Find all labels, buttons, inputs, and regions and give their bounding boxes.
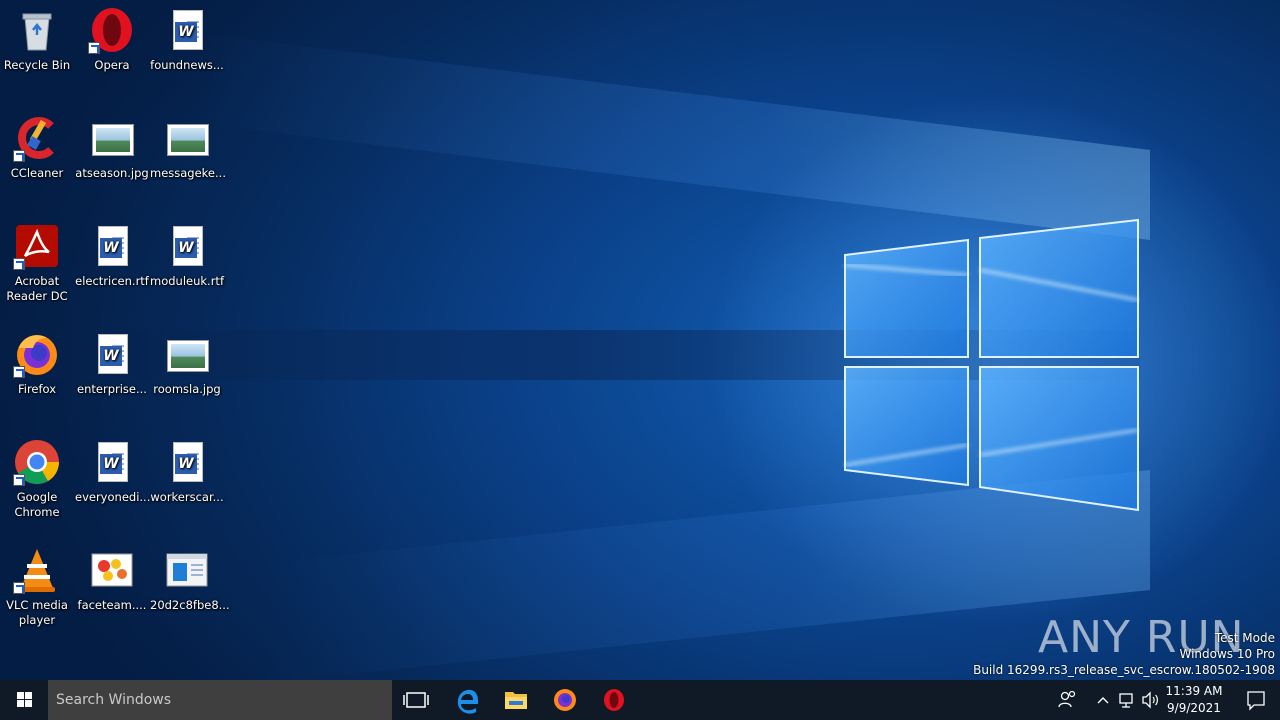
- shortcut-arrow-icon: [13, 474, 25, 486]
- test-mode-watermark: Test Mode Windows 10 Pro Build 16299.rs3…: [973, 630, 1275, 678]
- edge-taskbar-button[interactable]: [443, 680, 491, 720]
- opera-icon: [604, 689, 624, 711]
- speaker-icon: [1142, 691, 1158, 709]
- shortcut-arrow-icon: [13, 150, 25, 162]
- icon-label: everyonedi...: [75, 490, 151, 504]
- notification-icon: [1247, 691, 1265, 711]
- file-explorer-icon: [505, 692, 527, 709]
- word-document-icon: W: [163, 222, 211, 270]
- word-document-icon: W: [88, 222, 136, 270]
- desktop-icon-chrome[interactable]: Google Chrome: [0, 438, 74, 520]
- desktop-icon-workerscar[interactable]: W workerscar...: [150, 438, 224, 505]
- task-view-icon: [403, 692, 429, 708]
- desktop-icon-vlc[interactable]: VLC media player: [0, 546, 74, 628]
- desktop-icon-moduleuk[interactable]: W moduleuk.rtf: [150, 222, 224, 289]
- people-button[interactable]: [1052, 680, 1082, 720]
- icon-label: CCleaner: [10, 166, 64, 180]
- word-document-icon: W: [88, 330, 136, 378]
- desktop-icon-acrobat[interactable]: Acrobat Reader DC: [0, 222, 74, 304]
- chrome-icon: [13, 438, 61, 486]
- icon-label: Recycle Bin: [3, 58, 71, 72]
- icon-label: atseason.jpg: [75, 166, 149, 180]
- desktop-icon-faceteam[interactable]: faceteam....: [75, 546, 149, 613]
- volume-button[interactable]: [1138, 680, 1162, 720]
- icon-label: 20d2c8fbe8...: [150, 598, 230, 612]
- desktop-icon-everyonedi[interactable]: W everyonedi...: [75, 438, 151, 505]
- clock-date: 9/9/2021: [1167, 701, 1221, 715]
- desktop-icon-20d2c8fbe8[interactable]: 20d2c8fbe8...: [150, 546, 230, 613]
- image-file-icon: [163, 114, 211, 162]
- icon-label: messageke...: [150, 166, 226, 180]
- shortcut-arrow-icon: [88, 42, 100, 54]
- taskbar: Search Windows 11:39 AM 9/9/2021: [0, 680, 1280, 720]
- desktop-icon-ccleaner[interactable]: CCleaner: [0, 114, 74, 181]
- desktop-icon-firefox[interactable]: Firefox: [0, 330, 74, 397]
- desktop-icon-enterprise[interactable]: W enterprise...: [75, 330, 149, 397]
- icon-label: VLC media player: [6, 598, 68, 627]
- word-document-icon: W: [88, 438, 136, 486]
- word-document-icon: W: [163, 6, 211, 54]
- icon-label: faceteam....: [77, 598, 147, 612]
- image-file-icon: [163, 330, 211, 378]
- network-button[interactable]: [1114, 680, 1138, 720]
- icon-label: enterprise...: [77, 382, 147, 396]
- shortcut-arrow-icon: [13, 582, 25, 594]
- show-hidden-icons-button[interactable]: [1092, 680, 1114, 720]
- icon-label: Acrobat Reader DC: [6, 274, 68, 303]
- desktop-icon-foundnews[interactable]: W foundnews...: [150, 6, 224, 73]
- desktop-icon-messageke[interactable]: messageke...: [150, 114, 226, 181]
- opera-taskbar-button[interactable]: [590, 680, 638, 720]
- word-document-icon: W: [163, 438, 211, 486]
- icon-label: Firefox: [17, 382, 57, 396]
- icon-label: roomsla.jpg: [153, 382, 221, 396]
- icon-label: Opera: [94, 58, 130, 72]
- image-file-icon: [88, 546, 136, 594]
- edge-icon: [457, 689, 478, 714]
- executable-icon: [163, 546, 211, 594]
- desktop-icon-roomsla[interactable]: roomsla.jpg: [150, 330, 224, 397]
- firefox-icon: [13, 330, 61, 378]
- windows-icon: [17, 692, 33, 708]
- vlc-icon: [13, 546, 61, 594]
- icon-label: Google Chrome: [14, 490, 60, 519]
- opera-icon: [88, 6, 136, 54]
- firefox-taskbar-button[interactable]: [541, 680, 589, 720]
- desktop-icon-atseason[interactable]: atseason.jpg: [75, 114, 149, 181]
- desktop-icon-opera[interactable]: Opera: [75, 6, 149, 73]
- file-explorer-taskbar-button[interactable]: [492, 680, 540, 720]
- windows-logo-wallpaper: [844, 218, 1139, 512]
- start-button[interactable]: [0, 680, 48, 720]
- chevron-up-icon: [1097, 697, 1109, 704]
- recycle-bin-icon: [13, 6, 61, 54]
- ccleaner-icon: [13, 114, 61, 162]
- desktop-icon-recycle-bin[interactable]: Recycle Bin: [0, 6, 74, 73]
- clock-time: 11:39 AM: [1165, 684, 1223, 698]
- people-icon: [1058, 690, 1076, 708]
- shortcut-arrow-icon: [13, 258, 25, 270]
- firefox-icon: [554, 689, 576, 711]
- action-center-button[interactable]: [1232, 680, 1280, 720]
- light-beam: [200, 33, 1150, 240]
- watermark-line: Test Mode: [1214, 631, 1275, 645]
- search-box[interactable]: Search Windows: [48, 680, 392, 720]
- taskbar-clock[interactable]: 11:39 AM 9/9/2021: [1160, 683, 1228, 717]
- icon-label: electricen.rtf: [75, 274, 149, 288]
- icon-label: workerscar...: [150, 490, 224, 504]
- watermark-line: Build 16299.rs3_release_svc_escrow.18050…: [973, 663, 1275, 677]
- task-view-button[interactable]: [392, 680, 440, 720]
- network-icon: [1119, 693, 1133, 708]
- desktop-icon-electricen[interactable]: W electricen.rtf: [75, 222, 149, 289]
- icon-label: foundnews...: [150, 58, 224, 72]
- watermark-line: Windows 10 Pro: [1179, 647, 1275, 661]
- image-file-icon: [88, 114, 136, 162]
- shortcut-arrow-icon: [13, 366, 25, 378]
- icon-label: moduleuk.rtf: [150, 274, 224, 288]
- acrobat-icon: [13, 222, 61, 270]
